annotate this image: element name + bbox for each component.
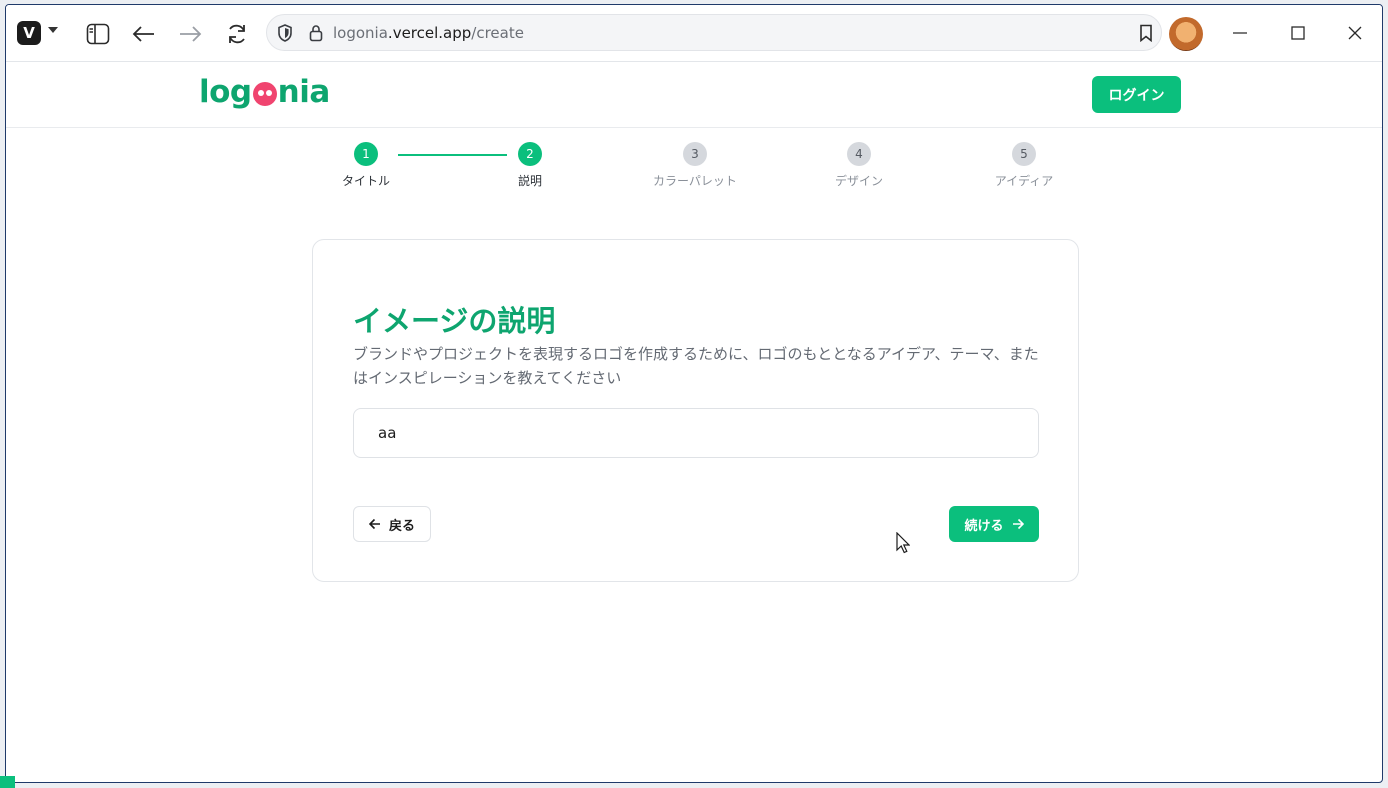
continue-button[interactable]: 続ける [949, 506, 1039, 542]
step-label: アイディア [994, 174, 1054, 188]
minimize-icon[interactable] [1225, 19, 1255, 47]
form-title: イメージの説明 [353, 304, 556, 338]
progress-stepper: 1 タイトル 2 説明 3 カラーパレット 4 デザイン 5 アイディア [6, 128, 1382, 208]
logo-text-end: nia [277, 74, 331, 110]
back-arrow-icon[interactable] [130, 21, 158, 47]
bookmark-icon[interactable] [1139, 24, 1153, 46]
reload-icon[interactable] [223, 21, 251, 47]
step-title: 1 タイトル [306, 142, 426, 189]
description-input[interactable] [353, 408, 1039, 458]
profile-avatar-icon[interactable] [1169, 17, 1203, 51]
back-button[interactable]: 戻る [353, 506, 431, 542]
mouse-cursor-icon [896, 531, 911, 558]
lock-icon [309, 24, 323, 46]
logo-text-start: log [199, 74, 252, 110]
logonia-logo[interactable]: log nia [199, 74, 330, 110]
url-path: /create [471, 24, 524, 42]
forward-arrow-icon[interactable] [176, 21, 204, 47]
url-domain: .vercel.app [387, 24, 472, 42]
form-description: ブランドやプロジェクトを表現するロゴを作成するために、ロゴのもととなるアイデア、… [353, 345, 1039, 387]
browser-toolbar: V logonia.vercel.app/create [6, 5, 1382, 62]
step-color-palette: 3 カラーパレット [635, 142, 755, 189]
step-label: カラーパレット [653, 174, 737, 188]
address-bar[interactable]: logonia.vercel.app/create [266, 14, 1162, 51]
sidebar-toggle-icon[interactable] [84, 21, 112, 47]
taskbar-indicator [0, 776, 15, 788]
vivaldi-menu-icon[interactable]: V [17, 21, 41, 45]
browser-window: V logonia.vercel.app/create log nia ログイン… [5, 4, 1383, 783]
arrow-right-icon [1012, 518, 1024, 530]
step-number: 2 [518, 142, 542, 166]
chevron-down-icon[interactable] [48, 27, 58, 33]
shield-icon[interactable] [277, 24, 293, 46]
continue-button-label: 続ける [964, 517, 1004, 533]
step-label: 説明 [517, 174, 542, 188]
login-button[interactable]: ログイン [1092, 76, 1181, 113]
step-description: 2 説明 [470, 142, 590, 189]
step-idea: 5 アイディア [964, 142, 1084, 189]
maximize-icon[interactable] [1283, 19, 1313, 47]
url-text[interactable]: logonia.vercel.app/create [333, 24, 524, 42]
step-label: タイトル [341, 174, 390, 188]
step-design: 4 デザイン [799, 142, 919, 189]
step-number: 4 [847, 142, 871, 166]
step-number: 1 [354, 142, 378, 166]
logo-mascot-icon [252, 82, 277, 106]
step-label: デザイン [834, 174, 883, 188]
arrow-left-icon [368, 518, 380, 530]
back-button-label: 戻る [388, 517, 415, 533]
url-subdomain: logonia [333, 24, 388, 42]
step-number: 5 [1012, 142, 1036, 166]
description-form-card: イメージの説明 ブランドやプロジェクトを表現するロゴを作成するために、ロゴのもと… [312, 239, 1079, 582]
step-number: 3 [683, 142, 707, 166]
close-icon[interactable] [1340, 19, 1370, 47]
site-header: log nia ログイン [6, 62, 1382, 128]
